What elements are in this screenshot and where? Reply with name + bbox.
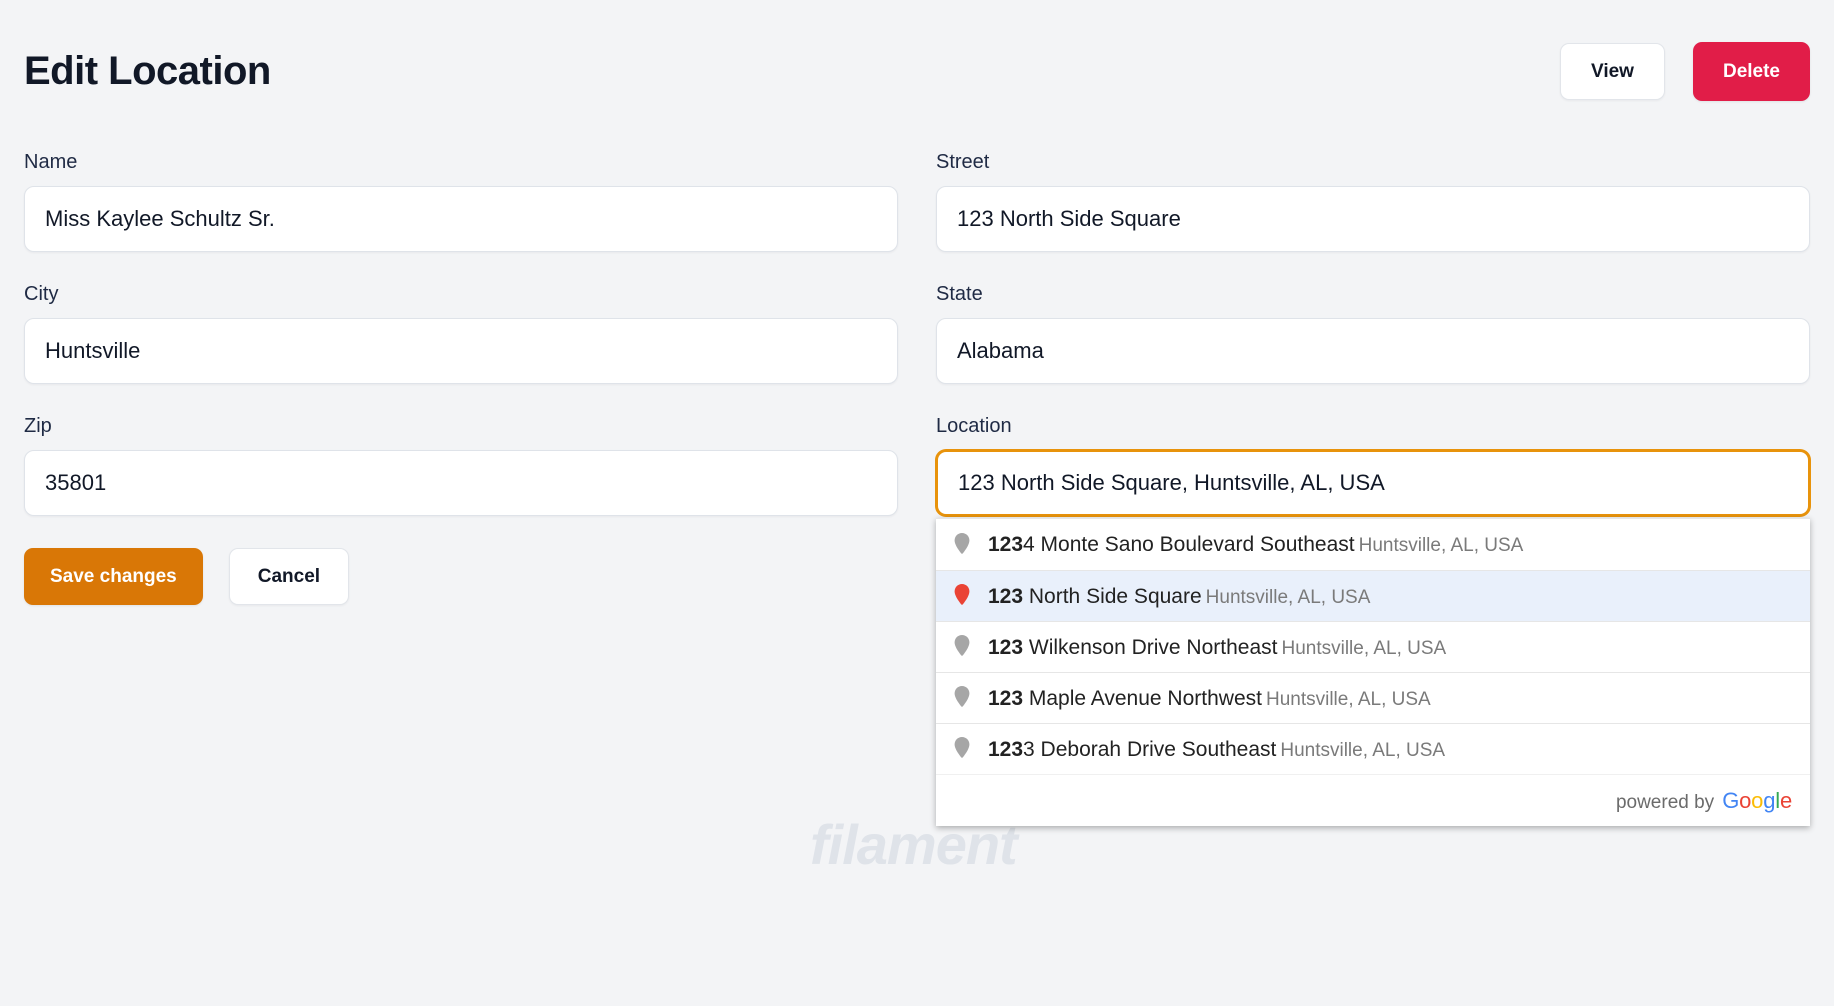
edit-location-page: Edit Location View Delete Name Street Ci… <box>0 0 1834 637</box>
map-pin-icon <box>952 685 972 711</box>
map-pin-icon <box>952 583 972 609</box>
autocomplete-item-secondary: Huntsville, AL, USA <box>1280 740 1445 761</box>
powered-by-google: powered by Google <box>1616 788 1792 814</box>
page-header: Edit Location View Delete <box>24 0 1810 104</box>
google-letter-o1: o <box>1739 788 1751 813</box>
location-autocomplete-dropdown: 1234 Monte Sano Boulevard SoutheastHunts… <box>936 518 1810 826</box>
autocomplete-item-main: Wilkenson Drive Northeast <box>1023 636 1277 659</box>
powered-by-text: powered by <box>1616 792 1714 814</box>
autocomplete-item-match: 123 <box>988 585 1023 608</box>
field-city: City <box>24 284 898 384</box>
field-name-label: Name <box>24 152 898 172</box>
autocomplete-item-secondary: Huntsville, AL, USA <box>1281 638 1446 659</box>
google-letter-o2: o <box>1751 788 1763 813</box>
field-street-label: Street <box>936 152 1810 172</box>
state-input[interactable] <box>936 318 1810 384</box>
field-state-label: State <box>936 284 1810 304</box>
google-letter-G: G <box>1722 788 1739 813</box>
autocomplete-item-match: 123 <box>988 687 1023 710</box>
autocomplete-item-secondary: Huntsville, AL, USA <box>1359 535 1524 556</box>
location-input[interactable] <box>936 450 1810 516</box>
autocomplete-item[interactable]: 1234 Monte Sano Boulevard SoutheastHunts… <box>936 519 1810 570</box>
autocomplete-item-text: 1233 Deborah Drive SoutheastHuntsville, … <box>988 739 1445 760</box>
field-zip: Zip Save changes Cancel <box>24 416 898 605</box>
field-city-label: City <box>24 284 898 304</box>
autocomplete-item[interactable]: 123 Wilkenson Drive NortheastHuntsville,… <box>936 621 1810 672</box>
zip-input[interactable] <box>24 450 898 516</box>
map-pin-icon <box>952 634 972 660</box>
autocomplete-item-main: 3 Deborah Drive Southeast <box>1023 738 1276 761</box>
field-location: Location 1234 Monte Sano Boulevard South… <box>936 416 1810 605</box>
field-name: Name <box>24 152 898 252</box>
google-logo: Google <box>1722 788 1792 814</box>
form-actions: Save changes Cancel <box>24 548 898 605</box>
field-street: Street <box>936 152 1810 252</box>
autocomplete-item-text: 123 North Side SquareHuntsville, AL, USA <box>988 586 1370 607</box>
autocomplete-item-text: 123 Wilkenson Drive NortheastHuntsville,… <box>988 637 1446 658</box>
autocomplete-item-text: 123 Maple Avenue NorthwestHuntsville, AL… <box>988 688 1431 709</box>
autocomplete-item[interactable]: 123 Maple Avenue NorthwestHuntsville, AL… <box>936 672 1810 723</box>
autocomplete-item-main: North Side Square <box>1023 585 1202 608</box>
save-changes-button[interactable]: Save changes <box>24 548 203 605</box>
delete-button[interactable]: Delete <box>1693 42 1810 101</box>
name-input[interactable] <box>24 186 898 252</box>
autocomplete-item-secondary: Huntsville, AL, USA <box>1206 587 1371 608</box>
cancel-button[interactable]: Cancel <box>229 548 349 605</box>
autocomplete-item-text: 1234 Monte Sano Boulevard SoutheastHunts… <box>988 534 1523 555</box>
autocomplete-item[interactable]: 1233 Deborah Drive SoutheastHuntsville, … <box>936 723 1810 774</box>
header-actions: View Delete <box>1560 42 1810 101</box>
map-pin-icon <box>952 532 972 558</box>
autocomplete-item-main: Maple Avenue Northwest <box>1023 687 1262 710</box>
street-input[interactable] <box>936 186 1810 252</box>
field-location-label: Location <box>936 416 1810 436</box>
autocomplete-footer: powered by Google <box>936 774 1810 826</box>
autocomplete-item-main: 4 Monte Sano Boulevard Southeast <box>1023 533 1355 556</box>
page-title: Edit Location <box>24 51 271 91</box>
autocomplete-item-match: 123 <box>988 636 1023 659</box>
google-letter-g: g <box>1763 788 1775 813</box>
autocomplete-item-match: 123 <box>988 533 1023 556</box>
field-state: State <box>936 284 1810 384</box>
google-letter-e: e <box>1780 788 1792 813</box>
autocomplete-item-match: 123 <box>988 738 1023 761</box>
map-pin-icon <box>952 736 972 762</box>
location-form: Name Street City State Zip Save changes … <box>24 152 1810 637</box>
view-button[interactable]: View <box>1560 43 1665 100</box>
autocomplete-item-secondary: Huntsville, AL, USA <box>1266 689 1431 710</box>
city-input[interactable] <box>24 318 898 384</box>
field-zip-label: Zip <box>24 416 898 436</box>
autocomplete-item[interactable]: 123 North Side SquareHuntsville, AL, USA <box>936 570 1810 621</box>
